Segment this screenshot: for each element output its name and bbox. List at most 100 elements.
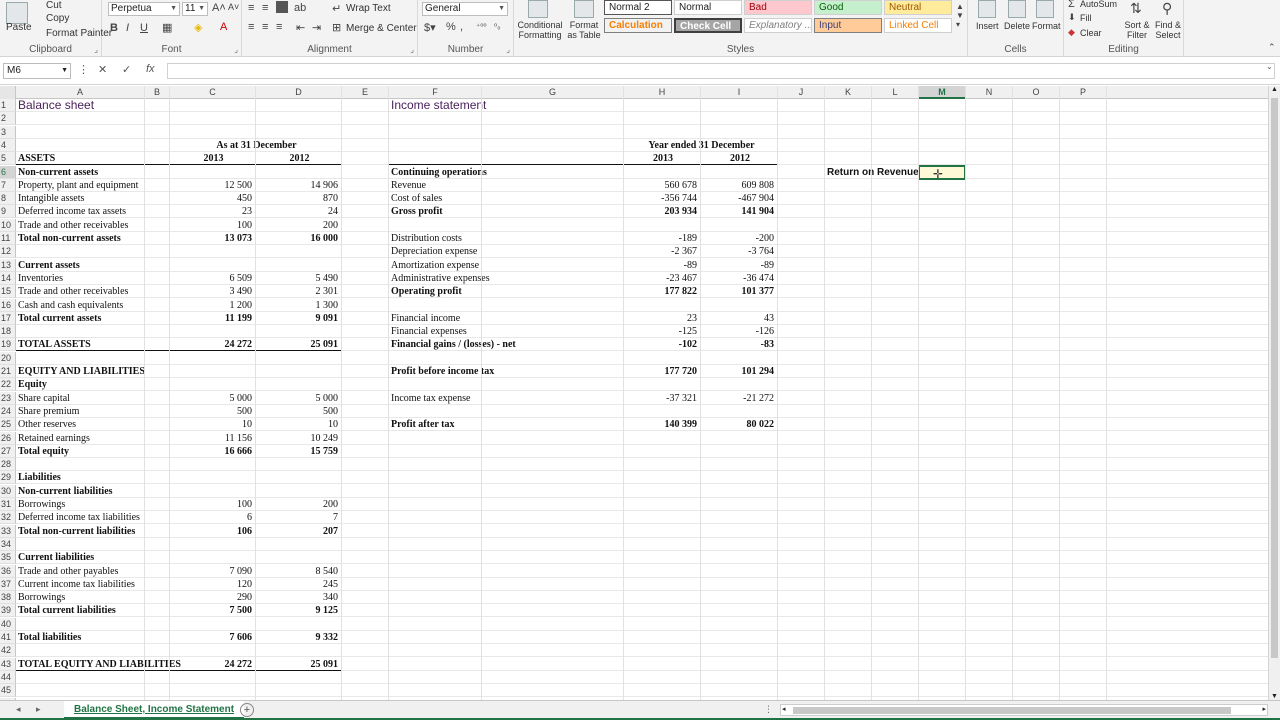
style-bad[interactable]: Bad	[744, 0, 812, 15]
enter-icon[interactable]: ✓	[122, 63, 131, 76]
row-header-16[interactable]: 16	[0, 299, 16, 312]
fill-button[interactable]: Fill	[1080, 13, 1092, 23]
horizontal-scrollbar[interactable]: ◂ ▸	[780, 704, 1268, 716]
row-header-44[interactable]: 44	[0, 671, 16, 684]
row-header-45[interactable]: 45	[0, 684, 16, 697]
name-box[interactable]: M6 ▼	[3, 63, 71, 79]
dialog-launcher-icon[interactable]: ⌟	[234, 45, 238, 54]
sort-filter-icon[interactable]: ⇅	[1130, 0, 1142, 17]
comma-style-icon[interactable]: ,	[460, 21, 463, 33]
row-header-12[interactable]: 12	[0, 245, 16, 258]
format-cells-icon[interactable]	[1036, 0, 1054, 18]
style-input[interactable]: Input	[814, 18, 882, 33]
autosum-button[interactable]: AutoSum	[1080, 0, 1117, 9]
row-header-15[interactable]: 15	[0, 285, 16, 298]
column-header-n[interactable]: N	[966, 86, 1013, 99]
row-header-36[interactable]: 36	[0, 565, 16, 578]
collapse-ribbon-icon[interactable]: ⌃	[1268, 42, 1276, 53]
scroll-up-icon[interactable]: ▲	[1271, 86, 1278, 93]
row-header-31[interactable]: 31	[0, 498, 16, 511]
column-header-m[interactable]: M	[919, 86, 966, 99]
row-header-42[interactable]: 42	[0, 644, 16, 657]
row-header-20[interactable]: 20	[0, 352, 16, 365]
prev-sheet-icon[interactable]: ◂	[16, 704, 21, 715]
copy-button[interactable]: Copy	[46, 13, 69, 24]
insert-function-button[interactable]: fx	[146, 63, 155, 75]
add-sheet-button[interactable]: +	[240, 703, 254, 717]
row-header-6[interactable]: 6	[0, 166, 16, 179]
row-header-7[interactable]: 7	[0, 179, 16, 192]
row-header-38[interactable]: 38	[0, 591, 16, 604]
align-bottom-icon[interactable]	[276, 1, 288, 13]
underline-button[interactable]: U	[140, 22, 148, 34]
style-normal2[interactable]: Normal 2	[604, 0, 672, 15]
row-header-26[interactable]: 26	[0, 432, 16, 445]
column-header-c[interactable]: C	[170, 86, 256, 99]
row-header-33[interactable]: 33	[0, 525, 16, 538]
row-header-8[interactable]: 8	[0, 192, 16, 205]
row-header-40[interactable]: 40	[0, 618, 16, 631]
style-calculation[interactable]: Calculation	[604, 18, 672, 33]
style-linked-cell[interactable]: Linked Cell	[884, 18, 952, 33]
orientation-icon[interactable]: ab	[294, 2, 306, 14]
dialog-launcher-icon[interactable]: ⌟	[410, 45, 414, 54]
accounting-format-icon[interactable]: $▾	[424, 21, 436, 34]
insert-button[interactable]: Insert	[976, 21, 999, 31]
cancel-icon[interactable]: ✕	[98, 63, 107, 76]
column-header-i[interactable]: I	[701, 86, 778, 99]
increase-decimal-icon[interactable]: ⁺⁰⁰	[476, 22, 487, 31]
select-all-corner[interactable]	[0, 86, 16, 99]
align-center-icon[interactable]: ≡	[262, 21, 268, 33]
row-header-22[interactable]: 22	[0, 378, 16, 391]
column-header-g[interactable]: G	[482, 86, 624, 99]
row-header-10[interactable]: 10	[0, 219, 16, 232]
vertical-scrollbar[interactable]: ▲ ▼	[1268, 86, 1280, 700]
conditional-formatting-icon[interactable]	[528, 0, 548, 18]
find-select-button[interactable]: Find & Select	[1152, 20, 1184, 40]
paste-icon[interactable]	[6, 2, 28, 24]
font-color-icon[interactable]: A	[220, 21, 227, 33]
format-as-table-icon[interactable]	[574, 0, 594, 18]
column-header-b[interactable]: B	[145, 86, 170, 99]
row-header-23[interactable]: 23	[0, 392, 16, 405]
delete-button[interactable]: Delete	[1004, 21, 1030, 31]
align-middle-icon[interactable]: ≡	[262, 2, 268, 14]
row-header-4[interactable]: 4	[0, 139, 16, 152]
bold-button[interactable]: B	[110, 22, 118, 34]
cut-button[interactable]: Cut	[46, 0, 62, 11]
wrap-text-icon[interactable]: ↵	[332, 2, 341, 15]
merge-center-button[interactable]: Merge & Center	[346, 23, 417, 34]
row-header-21[interactable]: 21	[0, 365, 16, 378]
align-left-icon[interactable]: ≡	[248, 21, 254, 33]
delete-cells-icon[interactable]	[1008, 0, 1026, 18]
row-header-24[interactable]: 24	[0, 405, 16, 418]
row-header-9[interactable]: 9	[0, 205, 16, 218]
row-header-29[interactable]: 29	[0, 471, 16, 484]
styles-scroll-icon[interactable]: ▲ ▼ ▾	[956, 2, 964, 29]
sheet-tab-active[interactable]: Balance Sheet, Income Statement	[64, 701, 245, 719]
style-check-cell[interactable]: Check Cell	[674, 18, 742, 33]
row-header-13[interactable]: 13	[0, 259, 16, 272]
row-header-30[interactable]: 30	[0, 485, 16, 498]
column-header-l[interactable]: L	[872, 86, 919, 99]
sort-filter-button[interactable]: Sort & Filter	[1122, 20, 1152, 40]
row-header-2[interactable]: 2	[0, 112, 16, 125]
insert-cells-icon[interactable]	[978, 0, 996, 18]
number-format-combo[interactable]: General ▼	[422, 2, 508, 16]
row-header-28[interactable]: 28	[0, 458, 16, 471]
clear-button[interactable]: Clear	[1080, 28, 1102, 38]
style-neutral[interactable]: Neutral	[884, 0, 952, 15]
column-header-h[interactable]: H	[624, 86, 701, 99]
font-size-combo[interactable]: 11 ▼	[182, 2, 208, 16]
align-right-icon[interactable]: ≡	[276, 21, 282, 33]
row-header-14[interactable]: 14	[0, 272, 16, 285]
worksheet-grid[interactable]: ABCDEFGHIJKLMNOP 1 2 3 4 5 6 7 8 9 10 11 12 13 14 15 16…	[0, 86, 1268, 700]
decrease-indent-icon[interactable]: ⇤	[296, 21, 305, 34]
row-header-37[interactable]: 37	[0, 578, 16, 591]
row-header-25[interactable]: 25	[0, 418, 16, 431]
dialog-launcher-icon[interactable]: ⌟	[94, 45, 98, 54]
autosum-icon[interactable]: Σ	[1068, 0, 1075, 10]
horizontal-scroll-thumb[interactable]	[793, 707, 1231, 714]
column-header-e[interactable]: E	[342, 86, 389, 99]
style-normal[interactable]: Normal	[674, 0, 742, 15]
